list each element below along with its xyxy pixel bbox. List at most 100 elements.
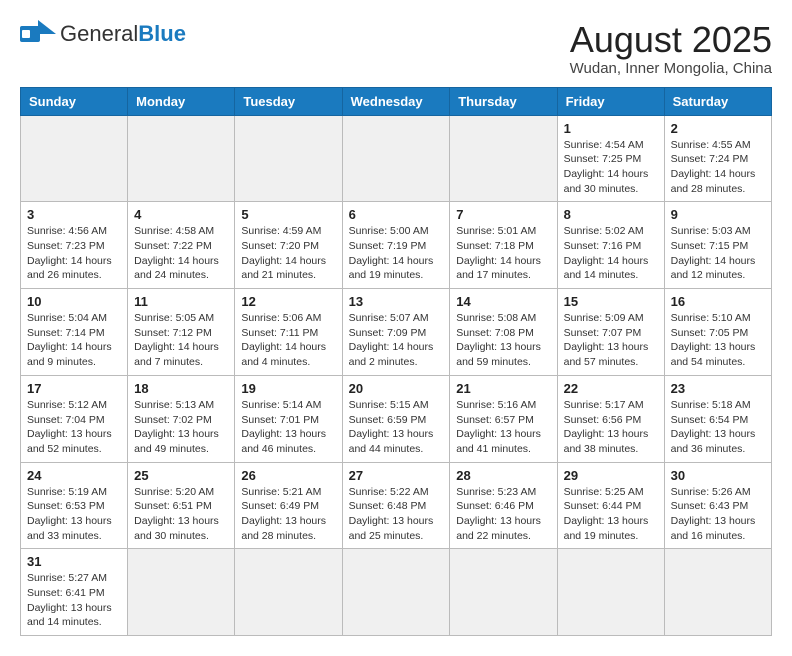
calendar-cell: 3 Sunrise: 4:56 AM Sunset: 7:23 PM Daylig…: [21, 202, 128, 289]
calendar-cell: 14Sunrise: 5:08 AM Sunset: 7:08 PM Dayli…: [450, 289, 557, 376]
day-number: 1: [564, 121, 658, 136]
calendar-week-row: 1Sunrise: 4:54 AM Sunset: 7:25 PM Daylig…: [21, 115, 772, 202]
calendar-cell: 16 Sunrise: 5:10 AM Sunset: 7:05 PM Dayli…: [664, 289, 771, 376]
calendar-title: August 2025: [570, 20, 772, 60]
calendar-cell: 2 Sunrise: 4:55 AM Sunset: 7:24 PM Daylig…: [664, 115, 771, 202]
calendar-week-row: 31Sunrise: 5:27 AM Sunset: 6:41 PM Dayli…: [21, 549, 772, 636]
day-number: 25: [134, 468, 228, 483]
day-info: Sunrise: 5:20 AM Sunset: 6:51 PM Dayligh…: [134, 485, 228, 544]
day-info: Sunrise: 5:26 AM Sunset: 6:43 PM Dayligh…: [671, 485, 765, 544]
day-number: 20: [349, 381, 444, 396]
day-info: Sunrise: 5:21 AM Sunset: 6:49 PM Dayligh…: [241, 485, 335, 544]
day-number: 6: [349, 207, 444, 222]
weekday-header-row: SundayMondayTuesdayWednesdayThursdayFrid…: [21, 87, 772, 115]
day-info: Sunrise: 4:56 AM Sunset: 7:23 PM Dayligh…: [27, 224, 121, 283]
calendar-week-row: 17 Sunrise: 5:12 AM Sunset: 7:04 PM Dayli…: [21, 375, 772, 462]
day-number: 9: [671, 207, 765, 222]
day-number: 21: [456, 381, 550, 396]
calendar-cell: 22 Sunrise: 5:17 AM Sunset: 6:56 PM Dayli…: [557, 375, 664, 462]
calendar-cell: 6 Sunrise: 5:00 AM Sunset: 7:19 PM Daylig…: [342, 202, 450, 289]
calendar-cell: 7 Sunrise: 5:01 AM Sunset: 7:18 PM Daylig…: [450, 202, 557, 289]
page-header: GeneralBlue August 2025 Wudan, Inner Mon…: [20, 20, 772, 77]
calendar-week-row: 10 Sunrise: 5:04 AM Sunset: 7:14 PM Dayli…: [21, 289, 772, 376]
day-info: Sunrise: 5:03 AM Sunset: 7:15 PM Dayligh…: [671, 224, 765, 283]
calendar-cell: 28 Sunrise: 5:23 AM Sunset: 6:46 PM Dayli…: [450, 462, 557, 549]
weekday-header-friday: Friday: [557, 87, 664, 115]
day-info: Sunrise: 4:58 AM Sunset: 7:22 PM Dayligh…: [134, 224, 228, 283]
day-number: 17: [27, 381, 121, 396]
day-number: 30: [671, 468, 765, 483]
day-number: 27: [349, 468, 444, 483]
calendar-cell: [235, 115, 342, 202]
calendar-cell: 29 Sunrise: 5:25 AM Sunset: 6:44 PM Dayli…: [557, 462, 664, 549]
calendar-cell: [664, 549, 771, 636]
calendar-cell: [128, 115, 235, 202]
day-info: Sunrise: 5:07 AM Sunset: 7:09 PM Dayligh…: [349, 311, 444, 370]
day-info: Sunrise: 5:04 AM Sunset: 7:14 PM Dayligh…: [27, 311, 121, 370]
calendar-cell: [235, 549, 342, 636]
calendar-cell: 4 Sunrise: 4:58 AM Sunset: 7:22 PM Daylig…: [128, 202, 235, 289]
weekday-header-thursday: Thursday: [450, 87, 557, 115]
day-info: Sunrise: 5:17 AM Sunset: 6:56 PM Dayligh…: [564, 398, 658, 457]
day-number: 16: [671, 294, 765, 309]
day-number: 29: [564, 468, 658, 483]
day-number: 3: [27, 207, 121, 222]
calendar-table: SundayMondayTuesdayWednesdayThursdayFrid…: [20, 87, 772, 637]
day-info: Sunrise: 5:13 AM Sunset: 7:02 PM Dayligh…: [134, 398, 228, 457]
calendar-cell: 8Sunrise: 5:02 AM Sunset: 7:16 PM Daylig…: [557, 202, 664, 289]
day-info: Sunrise: 5:25 AM Sunset: 6:44 PM Dayligh…: [564, 485, 658, 544]
calendar-cell: 30 Sunrise: 5:26 AM Sunset: 6:43 PM Dayli…: [664, 462, 771, 549]
day-info: Sunrise: 5:10 AM Sunset: 7:05 PM Dayligh…: [671, 311, 765, 370]
day-number: 14: [456, 294, 550, 309]
calendar-cell: [450, 549, 557, 636]
calendar-subtitle: Wudan, Inner Mongolia, China: [570, 60, 772, 77]
day-info: Sunrise: 5:12 AM Sunset: 7:04 PM Dayligh…: [27, 398, 121, 457]
calendar-cell: 9 Sunrise: 5:03 AM Sunset: 7:15 PM Daylig…: [664, 202, 771, 289]
title-block: August 2025 Wudan, Inner Mongolia, China: [570, 20, 772, 77]
calendar-cell: 19Sunrise: 5:14 AM Sunset: 7:01 PM Dayli…: [235, 375, 342, 462]
day-info: Sunrise: 5:02 AM Sunset: 7:16 PM Dayligh…: [564, 224, 658, 283]
calendar-cell: 26Sunrise: 5:21 AM Sunset: 6:49 PM Dayli…: [235, 462, 342, 549]
calendar-cell: 27 Sunrise: 5:22 AM Sunset: 6:48 PM Dayli…: [342, 462, 450, 549]
weekday-header-wednesday: Wednesday: [342, 87, 450, 115]
day-info: Sunrise: 5:22 AM Sunset: 6:48 PM Dayligh…: [349, 485, 444, 544]
day-info: Sunrise: 5:19 AM Sunset: 6:53 PM Dayligh…: [27, 485, 121, 544]
day-number: 2: [671, 121, 765, 136]
day-info: Sunrise: 5:18 AM Sunset: 6:54 PM Dayligh…: [671, 398, 765, 457]
weekday-header-monday: Monday: [128, 87, 235, 115]
day-number: 11: [134, 294, 228, 309]
calendar-cell: 13 Sunrise: 5:07 AM Sunset: 7:09 PM Dayli…: [342, 289, 450, 376]
day-info: Sunrise: 5:01 AM Sunset: 7:18 PM Dayligh…: [456, 224, 550, 283]
day-info: Sunrise: 5:05 AM Sunset: 7:12 PM Dayligh…: [134, 311, 228, 370]
day-info: Sunrise: 5:00 AM Sunset: 7:19 PM Dayligh…: [349, 224, 444, 283]
day-number: 22: [564, 381, 658, 396]
weekday-header-sunday: Sunday: [21, 87, 128, 115]
day-number: 4: [134, 207, 228, 222]
day-number: 5: [241, 207, 335, 222]
day-number: 13: [349, 294, 444, 309]
calendar-cell: [557, 549, 664, 636]
calendar-cell: [128, 549, 235, 636]
logo-icon: [20, 20, 56, 48]
day-info: Sunrise: 5:15 AM Sunset: 6:59 PM Dayligh…: [349, 398, 444, 457]
day-number: 15: [564, 294, 658, 309]
weekday-header-saturday: Saturday: [664, 87, 771, 115]
calendar-cell: 11 Sunrise: 5:05 AM Sunset: 7:12 PM Dayli…: [128, 289, 235, 376]
day-info: Sunrise: 5:09 AM Sunset: 7:07 PM Dayligh…: [564, 311, 658, 370]
day-number: 18: [134, 381, 228, 396]
day-number: 10: [27, 294, 121, 309]
calendar-cell: 20 Sunrise: 5:15 AM Sunset: 6:59 PM Dayli…: [342, 375, 450, 462]
logo-text: GeneralBlue: [60, 23, 186, 45]
day-info: Sunrise: 4:55 AM Sunset: 7:24 PM Dayligh…: [671, 138, 765, 197]
day-number: 28: [456, 468, 550, 483]
calendar-cell: 10 Sunrise: 5:04 AM Sunset: 7:14 PM Dayli…: [21, 289, 128, 376]
calendar-cell: [21, 115, 128, 202]
calendar-cell: 17 Sunrise: 5:12 AM Sunset: 7:04 PM Dayli…: [21, 375, 128, 462]
day-number: 7: [456, 207, 550, 222]
calendar-cell: [450, 115, 557, 202]
weekday-header-tuesday: Tuesday: [235, 87, 342, 115]
day-number: 12: [241, 294, 335, 309]
calendar-cell: 18 Sunrise: 5:13 AM Sunset: 7:02 PM Dayli…: [128, 375, 235, 462]
day-info: Sunrise: 5:23 AM Sunset: 6:46 PM Dayligh…: [456, 485, 550, 544]
calendar-week-row: 3 Sunrise: 4:56 AM Sunset: 7:23 PM Daylig…: [21, 202, 772, 289]
